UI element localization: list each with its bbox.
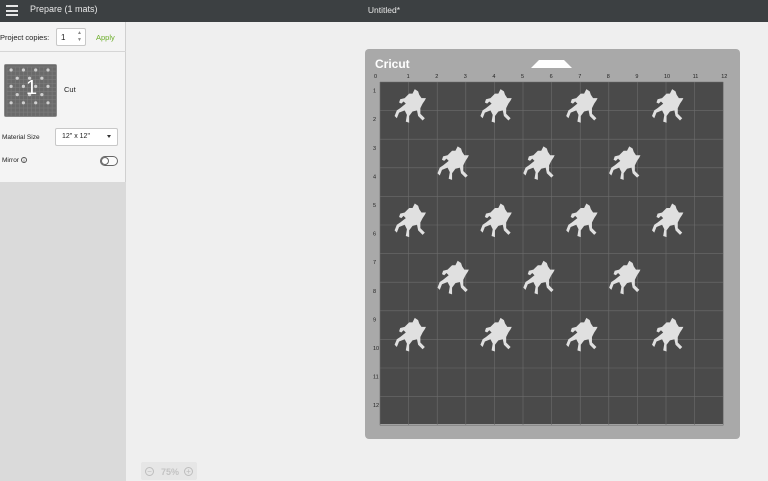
ruler-column-label: 7 xyxy=(578,74,581,80)
cricut-logo: Cricut xyxy=(375,57,410,71)
sidebar: Project copies: 1 ▲ ▼ Apply 1 Cut Materi… xyxy=(0,22,126,481)
project-copies-label: Project copies: xyxy=(0,33,50,42)
mirror-label: Mirror i xyxy=(2,157,27,164)
ruler-column-label: 11 xyxy=(693,74,699,80)
mat-cut-label: Cut xyxy=(64,85,76,94)
stepper-up-icon[interactable]: ▲ xyxy=(76,30,83,37)
ruler-row-label: 7 xyxy=(373,260,376,266)
zoom-in-button[interactable]: + xyxy=(184,467,193,476)
stepper-down-icon[interactable]: ▼ xyxy=(76,37,83,44)
ruler-row-label: 2 xyxy=(373,117,376,123)
ruler-column-label: 3 xyxy=(464,74,467,80)
thumb-unicorn-mark xyxy=(34,68,38,72)
ruler-column-label: 8 xyxy=(607,74,610,80)
ruler-row-label: 8 xyxy=(373,289,376,295)
info-icon[interactable]: i xyxy=(20,157,27,163)
zoom-out-button[interactable]: − xyxy=(145,467,154,476)
thumb-unicorn-mark xyxy=(46,68,50,72)
toggle-knob xyxy=(101,157,109,165)
thumb-unicorn-mark xyxy=(9,101,13,105)
project-copies-input[interactable]: 1 ▲ ▼ xyxy=(56,28,86,46)
ruler-row-label: 4 xyxy=(373,174,376,180)
ruler-column-label: 4 xyxy=(492,74,495,80)
ruler-column-label: 2 xyxy=(435,74,438,80)
mirror-label-text: Mirror xyxy=(2,157,19,164)
ruler-column-label: 9 xyxy=(635,74,638,80)
mirror-toggle[interactable] xyxy=(100,156,118,166)
cutting-mat: Cricut 0 1 2 3 4 5 6 7 8 9 10 11 12 1 2 3 4 5 6 7 8 9 10 11 12 xyxy=(365,49,740,439)
project-copies-row: Project copies: 1 ▲ ▼ Apply xyxy=(0,22,126,52)
thumb-unicorn-mark xyxy=(9,68,13,72)
thumb-unicorn-mark xyxy=(46,101,50,105)
mat-number: 1 xyxy=(25,77,38,99)
zoom-level: 75% xyxy=(160,467,179,477)
sidebar-panel: Project copies: 1 ▲ ▼ Apply 1 Cut Materi… xyxy=(0,22,126,182)
thumb-unicorn-mark xyxy=(21,101,25,105)
material-size-label: Material Size xyxy=(2,134,40,141)
cutting-mat-canvas: Cricut 0 1 2 3 4 5 6 7 8 9 10 11 12 123456789101112 xyxy=(365,49,740,439)
ruler-column-label: 1 xyxy=(407,74,410,80)
mat-thumbnail[interactable]: 1 xyxy=(4,64,57,117)
document-title: Untitled* xyxy=(367,5,401,15)
material-size-value: 12" x 12" xyxy=(62,133,90,140)
top-bar: Prepare (1 mats) Untitled* xyxy=(0,0,768,22)
ruler-row-label: 12 xyxy=(373,403,379,409)
ruler-row-label: 9 xyxy=(373,317,376,323)
ruler-column-label: 10 xyxy=(664,74,670,80)
chevron-down-icon xyxy=(107,135,111,138)
ruler-column-label: 12 xyxy=(721,74,727,80)
ruler-row-label: 5 xyxy=(373,203,376,209)
project-copies-value: 1 xyxy=(61,33,66,42)
zoom-control: − 75% + xyxy=(141,462,197,480)
ruler-row-label: 11 xyxy=(373,375,379,381)
ruler-column-label: 6 xyxy=(550,74,553,80)
ruler-column-label: 5 xyxy=(521,74,524,80)
thumb-unicorn-mark xyxy=(21,68,25,72)
ruler-row-label: 6 xyxy=(373,232,376,238)
ruler-column-label: 0 xyxy=(374,74,377,80)
ruler-row-label: 1 xyxy=(373,89,376,95)
ruler-row-label: 3 xyxy=(373,146,376,152)
copies-stepper[interactable]: ▲ ▼ xyxy=(76,30,83,44)
apply-button[interactable]: Apply xyxy=(96,33,115,42)
thumb-unicorn-mark xyxy=(34,101,38,105)
ruler-row-label: 10 xyxy=(373,346,379,352)
material-size-select[interactable]: 12" x 12" xyxy=(55,128,118,146)
